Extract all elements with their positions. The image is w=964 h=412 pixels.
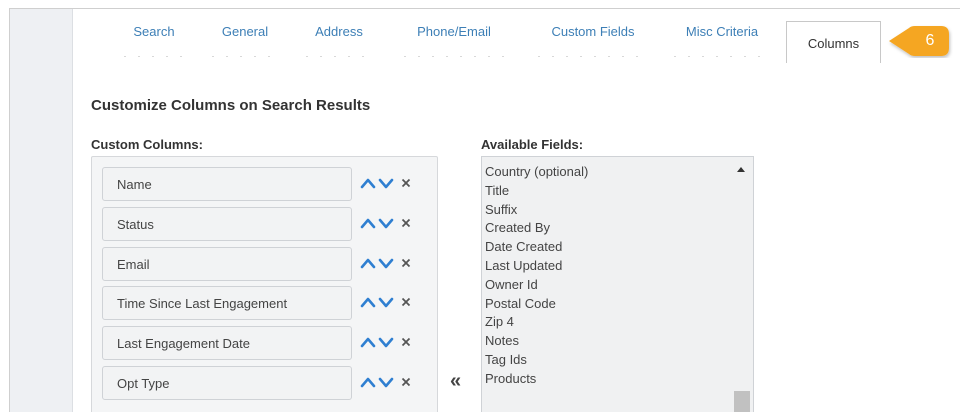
available-field-option[interactable]: Created By — [485, 219, 550, 237]
move-up-button[interactable] — [360, 334, 376, 350]
move-up-button[interactable] — [360, 175, 376, 191]
chevron-down-icon — [378, 297, 394, 308]
tab-phone-email[interactable]: Phone/Email — [404, 9, 504, 57]
move-left-button[interactable]: « — [450, 371, 461, 391]
close-icon — [401, 218, 411, 228]
remove-column-button[interactable] — [398, 294, 414, 310]
tab-search[interactable]: Search — [124, 9, 184, 57]
column-row: Time Since Last Engagement — [102, 286, 432, 320]
close-icon — [401, 377, 411, 387]
chevron-down-icon — [378, 258, 394, 269]
scrollbar[interactable] — [731, 157, 753, 412]
remove-column-button[interactable] — [398, 374, 414, 390]
chevron-down-icon — [378, 218, 394, 229]
column-item[interactable]: Status — [102, 207, 352, 241]
custom-columns-list: Name Status Email Time Since Last Engagemen… — [91, 156, 438, 412]
move-down-button[interactable] — [378, 294, 394, 310]
chevron-up-icon — [360, 337, 376, 348]
available-field-option[interactable]: Tag Ids — [485, 351, 527, 369]
remove-column-button[interactable] — [398, 175, 414, 191]
move-down-button[interactable] — [378, 255, 394, 271]
column-item[interactable]: Name — [102, 167, 352, 201]
left-gutter — [10, 9, 73, 412]
available-fields-list[interactable]: Country (optional) Title Suffix Created By D… — [481, 156, 754, 412]
chevron-up-icon — [360, 178, 376, 189]
step-badge: 6 — [885, 24, 953, 58]
tab-general[interactable]: General — [212, 9, 278, 57]
remove-column-button[interactable] — [398, 255, 414, 271]
chevron-down-icon — [378, 377, 394, 388]
available-field-option[interactable]: Zip 4 — [485, 313, 514, 331]
column-row: Opt Type — [102, 366, 432, 400]
available-field-option[interactable]: Notes — [485, 332, 519, 350]
column-item[interactable]: Time Since Last Engagement — [102, 286, 352, 320]
remove-column-button[interactable] — [398, 334, 414, 350]
column-item[interactable]: Email — [102, 247, 352, 281]
app-frame: Search General Address Phone/Email Custo… — [9, 8, 960, 412]
available-field-option[interactable]: Date Created — [485, 238, 562, 256]
tab-columns[interactable]: Columns — [786, 21, 881, 63]
column-item[interactable]: Opt Type — [102, 366, 352, 400]
close-icon — [401, 258, 411, 268]
tab-divider — [306, 56, 372, 57]
tab-label: Misc Criteria — [685, 24, 759, 39]
move-up-button[interactable] — [360, 255, 376, 271]
column-row: Email — [102, 247, 432, 281]
tab-divider — [212, 56, 278, 57]
remove-column-button[interactable] — [398, 215, 414, 231]
tab-misc-criteria[interactable]: Misc Criteria — [674, 9, 770, 57]
tab-divider — [538, 56, 648, 57]
tab-label: Columns — [807, 36, 860, 51]
chevron-down-icon — [378, 178, 394, 189]
column-row: Name — [102, 167, 432, 201]
move-down-button[interactable] — [378, 215, 394, 231]
section-title: Customize Columns on Search Results — [91, 97, 371, 114]
tab-address[interactable]: Address — [306, 9, 372, 57]
scroll-up-arrow-icon[interactable] — [737, 167, 745, 172]
tab-divider — [124, 56, 184, 57]
available-field-option[interactable]: Owner Id — [485, 276, 538, 294]
column-item[interactable]: Last Engagement Date — [102, 326, 352, 360]
tab-label: Address — [315, 24, 363, 39]
chevron-up-icon — [360, 377, 376, 388]
move-up-button[interactable] — [360, 374, 376, 390]
available-field-option[interactable]: Title — [485, 182, 509, 200]
available-field-option[interactable]: Country (optional) — [485, 163, 588, 181]
chevron-down-icon — [378, 337, 394, 348]
chevron-up-icon — [360, 218, 376, 229]
move-down-button[interactable] — [378, 334, 394, 350]
scroll-thumb[interactable] — [734, 391, 750, 412]
move-up-button[interactable] — [360, 294, 376, 310]
close-icon — [401, 297, 411, 307]
column-row: Status — [102, 207, 432, 241]
custom-columns-label: Custom Columns: — [91, 137, 203, 152]
tab-label: Phone/Email — [417, 24, 491, 39]
move-down-button[interactable] — [378, 175, 394, 191]
chevron-up-icon — [360, 297, 376, 308]
badge-number: 6 — [925, 32, 935, 49]
tab-divider — [674, 56, 770, 57]
chevron-up-icon — [360, 258, 376, 269]
available-field-option[interactable]: Last Updated — [485, 257, 562, 275]
tab-label: Search — [133, 24, 175, 39]
available-field-option[interactable]: Products — [485, 370, 536, 388]
move-up-button[interactable] — [360, 215, 376, 231]
column-row: Last Engagement Date — [102, 326, 432, 360]
close-icon — [401, 178, 411, 188]
move-down-button[interactable] — [378, 374, 394, 390]
close-icon — [401, 337, 411, 347]
tab-custom-fields[interactable]: Custom Fields — [538, 9, 648, 57]
available-fields-label: Available Fields: — [481, 137, 584, 152]
tab-label: Custom Fields — [551, 24, 635, 39]
available-field-option[interactable]: Suffix — [485, 201, 517, 219]
tab-label: General — [221, 24, 269, 39]
available-field-option[interactable]: Postal Code — [485, 295, 556, 313]
tab-divider — [404, 56, 504, 57]
